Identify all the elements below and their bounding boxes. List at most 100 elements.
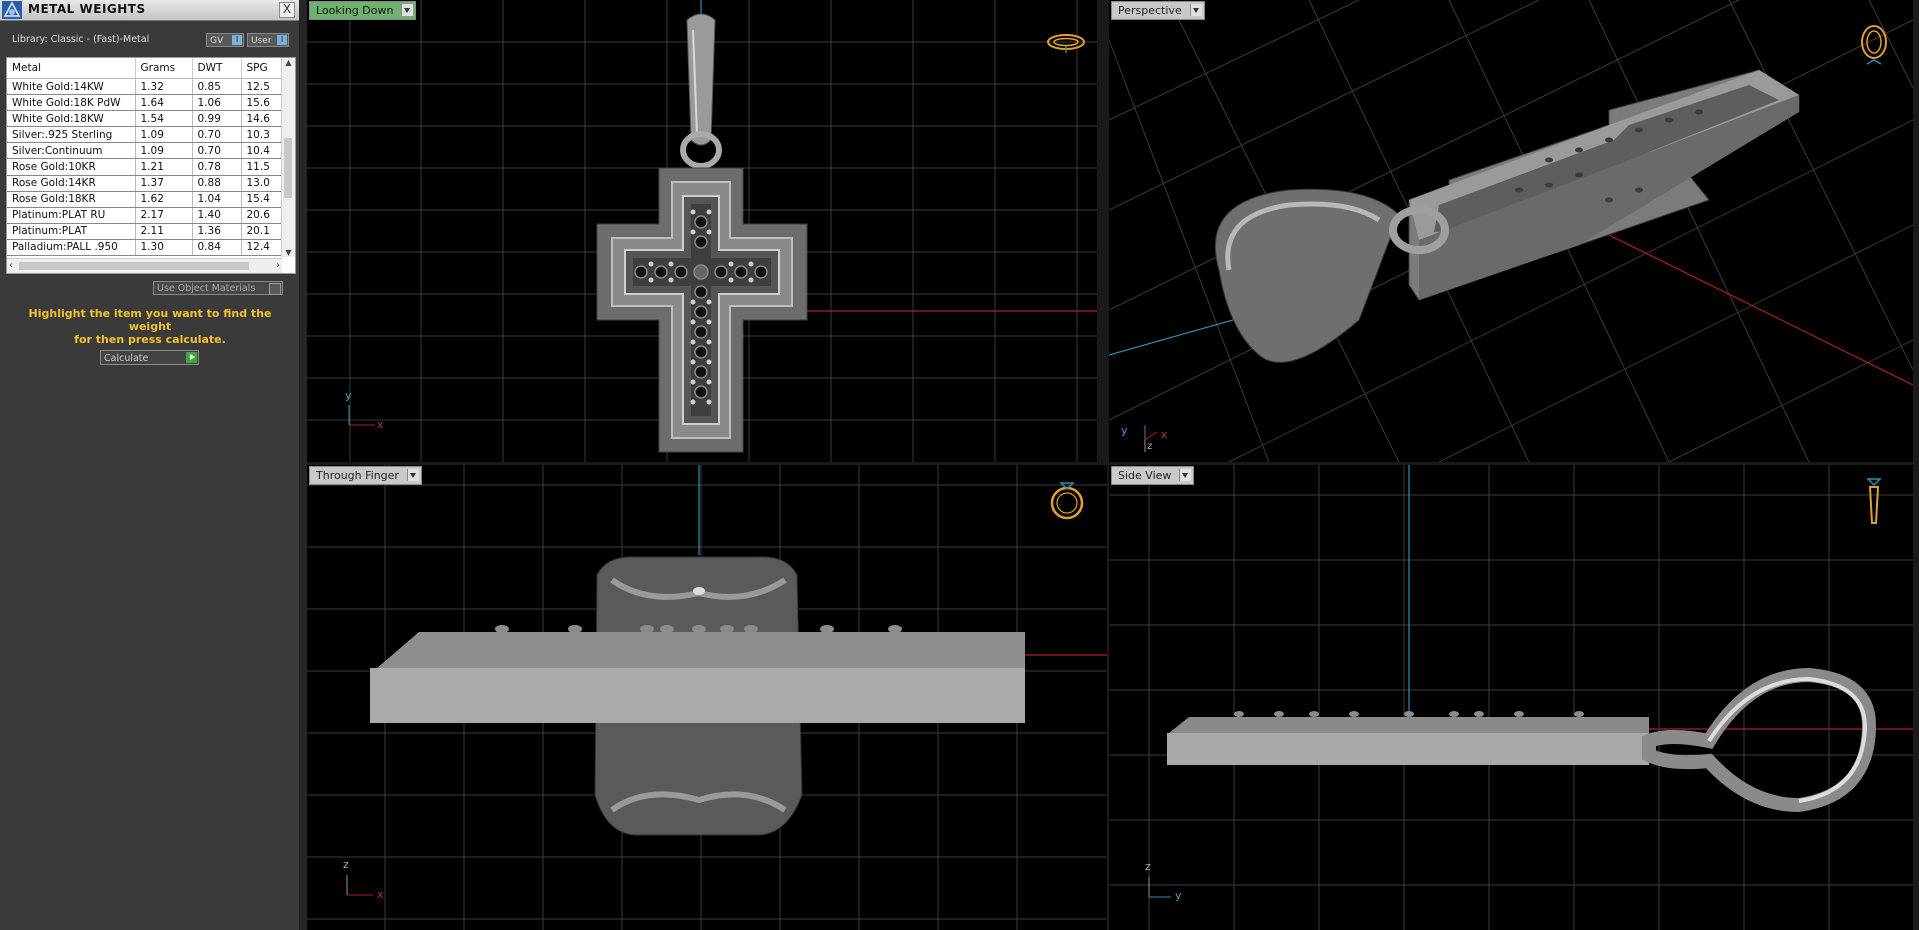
gv-label: GV: [210, 36, 224, 46]
scroll-down-icon[interactable]: ▼: [282, 248, 295, 257]
metal-name-cell: Silver:Continuum: [7, 142, 136, 160]
spg-cell: 14.6: [241, 110, 282, 128]
dwt-cell: 0.78: [192, 158, 242, 176]
axis-x-label: x: [377, 888, 384, 901]
ring-top-view-icon[interactable]: [1045, 30, 1087, 54]
metal-weights-table[interactable]: Metal Grams DWT SPG White Gold:14KW 1.32 0…: [7, 58, 282, 257]
axis-gizmo: [348, 405, 375, 426]
grams-cell: 1.64: [135, 94, 193, 112]
viewport-label: Perspective: [1118, 4, 1182, 17]
dwt-cell: 1.04: [192, 191, 242, 208]
table-row[interactable]: White Gold:18K PdW 1.64 1.06 15.6: [7, 94, 282, 112]
tab-side-view[interactable]: Side View: [1111, 466, 1195, 485]
axis-y-label: y: [345, 389, 352, 402]
column-header-grams[interactable]: Grams: [135, 58, 193, 79]
dwt-cell: 0.70: [192, 142, 242, 160]
vertical-scroll-thumb[interactable]: [284, 138, 292, 198]
dwt-cell: 0.99: [192, 110, 242, 128]
spg-cell: 13.0: [241, 175, 282, 192]
spg-cell: 10.4: [241, 142, 282, 160]
grams-cell: 1.21: [135, 158, 193, 176]
spg-cell: 20.6: [241, 207, 282, 224]
scroll-up-icon[interactable]: ▲: [282, 58, 295, 67]
dwt-cell: 0.88: [192, 175, 242, 192]
column-header-dwt[interactable]: DWT: [192, 58, 242, 79]
play-icon[interactable]: [186, 352, 197, 363]
table-row[interactable]: Rose Gold:18KR 1.62 1.04 15.4: [7, 191, 282, 208]
gv-toggle[interactable]: GV I: [206, 33, 244, 47]
spg-cell: 10.3: [241, 126, 282, 144]
table-horizontal-scrollbar[interactable]: ‹ ›: [7, 258, 282, 273]
use-object-materials-checkbox[interactable]: Use Object Materials: [153, 281, 283, 295]
panel-title: METAL WEIGHTS: [28, 2, 146, 16]
viewport-side-view[interactable]: Side View z y: [1109, 465, 1913, 930]
chevron-down-icon[interactable]: [406, 469, 419, 481]
grams-cell: 1.32: [135, 78, 193, 96]
table-row[interactable]: White Gold:14KW 1.32 0.85 12.5: [7, 78, 282, 96]
dwt-cell: 0.84: [192, 239, 242, 257]
chevron-down-icon[interactable]: [401, 4, 414, 16]
metal-name-cell: Palladium:PALL .950: [7, 239, 136, 257]
chevron-down-icon[interactable]: [1179, 469, 1192, 481]
axis-z-label: z: [1147, 441, 1153, 452]
table-row[interactable]: Palladium:PALL .950 1.30 0.84 12.4: [7, 239, 282, 257]
panel-divider[interactable]: [299, 0, 307, 930]
viewport-looking-down[interactable]: Looking Down y x: [307, 0, 1097, 462]
ring-front-view-icon[interactable]: [1047, 475, 1087, 521]
metal-name-cell: White Gold:14KW: [7, 78, 136, 96]
x-axis-line: [1608, 234, 1913, 386]
calculate-button[interactable]: Calculate: [100, 350, 199, 365]
ring-side-view-icon[interactable]: [1861, 475, 1887, 527]
axis-y-label: y: [1175, 889, 1182, 902]
tab-through-finger[interactable]: Through Finger: [309, 466, 422, 485]
table-header-row: Metal Grams DWT SPG: [7, 58, 282, 79]
calculate-label: Calculate: [104, 353, 149, 364]
scroll-right-icon[interactable]: ›: [276, 259, 280, 273]
table-row[interactable]: Silver:Continuum 1.09 0.70 10.4: [7, 142, 282, 160]
user-toggle-indicator: I: [277, 35, 287, 45]
table-row[interactable]: Rose Gold:14KR 1.37 0.88 13.0: [7, 175, 282, 192]
grid: [1109, 465, 1913, 930]
axis-x-label: x: [1161, 428, 1168, 441]
viewport-through-finger[interactable]: Through Finger z x: [307, 465, 1107, 930]
viewport-label: Looking Down: [316, 4, 394, 17]
chevron-down-icon[interactable]: [1189, 4, 1202, 16]
metal-table-container[interactable]: Metal Grams DWT SPG White Gold:14KW 1.32 0…: [6, 57, 296, 274]
front-view-scene: [307, 465, 1107, 930]
tab-perspective[interactable]: Perspective: [1111, 1, 1205, 20]
metal-weights-panel: METAL WEIGHTS X Library: Classic - (Fast…: [0, 0, 299, 930]
horizontal-scroll-thumb[interactable]: [19, 262, 249, 270]
column-header-spg[interactable]: SPG: [241, 58, 282, 79]
close-button[interactable]: X: [279, 2, 295, 18]
table-vertical-scrollbar[interactable]: ▲ ▼: [281, 58, 295, 257]
dwt-cell: 1.40: [192, 207, 242, 224]
cross-3d: [1408, 69, 1800, 301]
user-toggle[interactable]: User I: [247, 33, 289, 47]
table-row[interactable]: Platinum:PLAT 2.11 1.36 20.1: [7, 223, 282, 240]
viewport-perspective[interactable]: Perspective y x z: [1109, 0, 1913, 462]
instruction-text: Highlight the item you want to find the …: [10, 307, 290, 346]
spg-cell: 11.5: [241, 158, 282, 176]
spg-cell: 15.4: [241, 191, 282, 208]
panel-title-bar: METAL WEIGHTS X: [0, 0, 299, 21]
grams-cell: 2.11: [135, 223, 193, 240]
ring-perspective-icon[interactable]: [1857, 20, 1891, 70]
table-row[interactable]: White Gold:18KW 1.54 0.99 14.6: [7, 110, 282, 128]
bail-side: [1642, 667, 1877, 813]
column-header-metal[interactable]: Metal: [7, 58, 136, 79]
dwt-cell: 1.06: [192, 94, 242, 112]
metal-name-cell: Rose Gold:14KR: [7, 175, 136, 192]
plate-side-face: [1167, 733, 1649, 765]
stone-tips: [495, 625, 902, 633]
scroll-left-icon[interactable]: ‹: [9, 259, 13, 273]
plate-top-face: [1169, 717, 1649, 733]
plate-top-face: [377, 632, 1025, 668]
table-row[interactable]: Silver:.925 Sterling 1.09 0.70 10.3: [7, 126, 282, 144]
grams-cell: 1.09: [135, 142, 193, 160]
tab-looking-down[interactable]: Looking Down: [309, 1, 417, 20]
checkbox-box[interactable]: [269, 283, 281, 295]
table-row[interactable]: Rose Gold:10KR 1.21 0.78 11.5: [7, 158, 282, 176]
table-row[interactable]: Platinum:PLAT RU 2.17 1.40 20.6: [7, 207, 282, 224]
grams-cell: 2.17: [135, 207, 193, 224]
stone-tips: [1234, 711, 1584, 717]
